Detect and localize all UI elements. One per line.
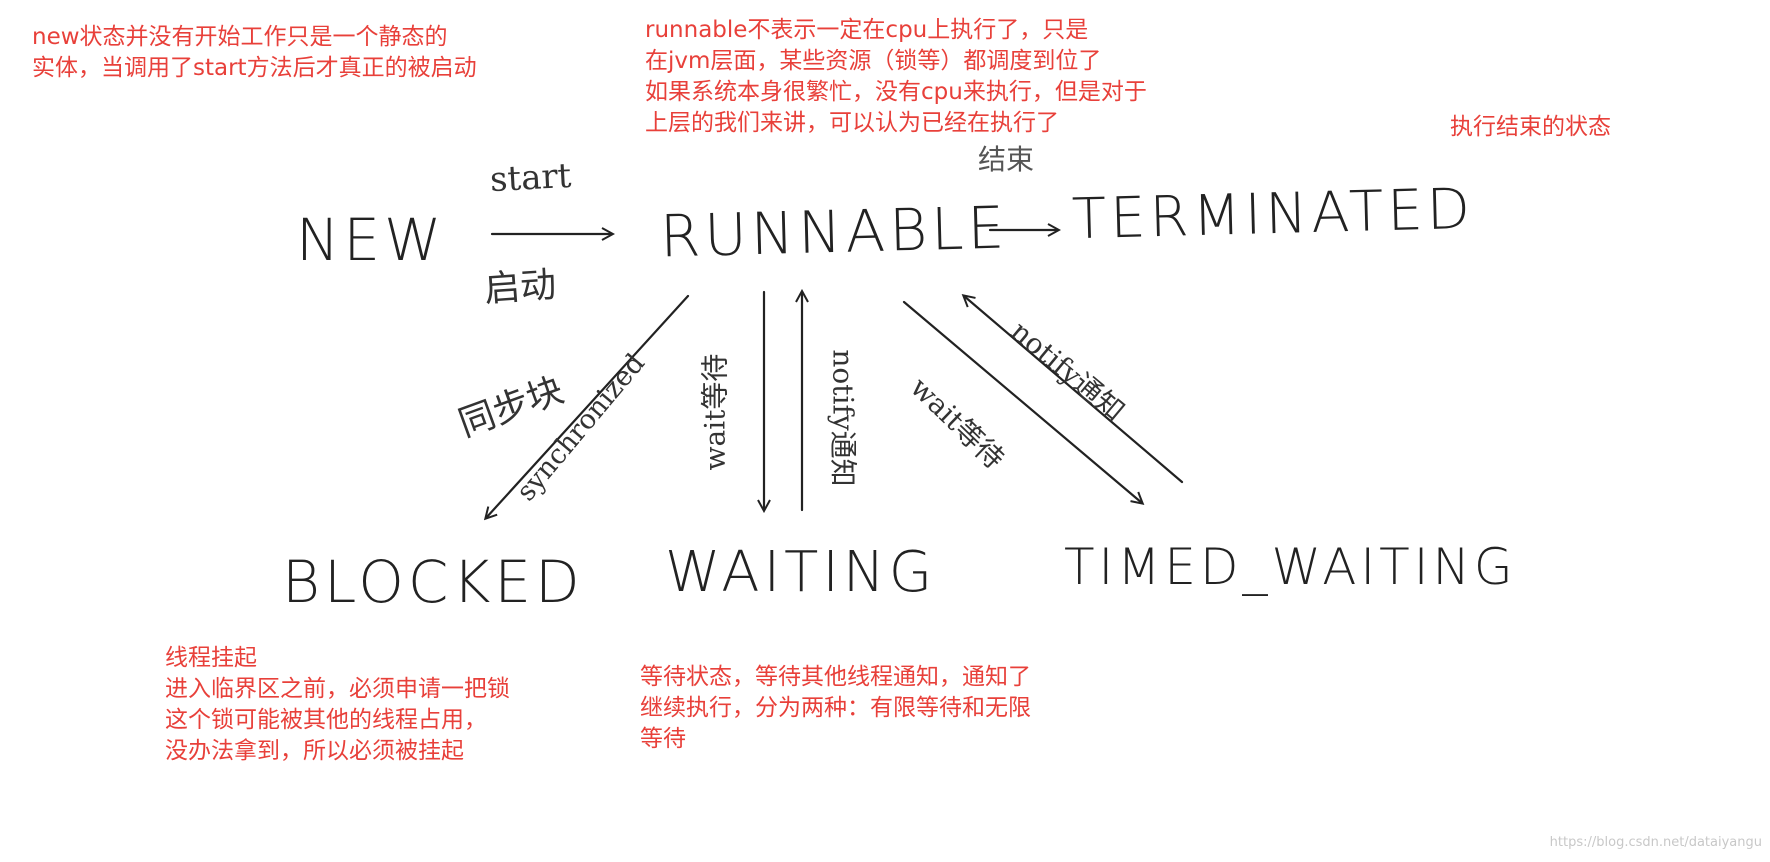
label-wait: wait等待 [698,353,732,471]
state-waiting: WAITING [665,540,937,605]
state-runnable: RUNNABLE [659,193,1009,271]
label-notify: notify通知 [826,349,860,487]
watermark: https://blog.csdn.net/dataiyangu [1549,835,1762,850]
label-end-cn: 结束 [978,143,1035,176]
state-blocked: BLOCKED [282,548,584,616]
state-timed-waiting: TIMED_WAITING [1064,538,1517,596]
label-start-cn: 启动 [482,264,558,311]
state-new: NEW [296,206,446,274]
state-terminated: TERMINATED [1071,176,1475,253]
transition-arrows [0,0,1184,862]
label-start: start [489,155,573,201]
